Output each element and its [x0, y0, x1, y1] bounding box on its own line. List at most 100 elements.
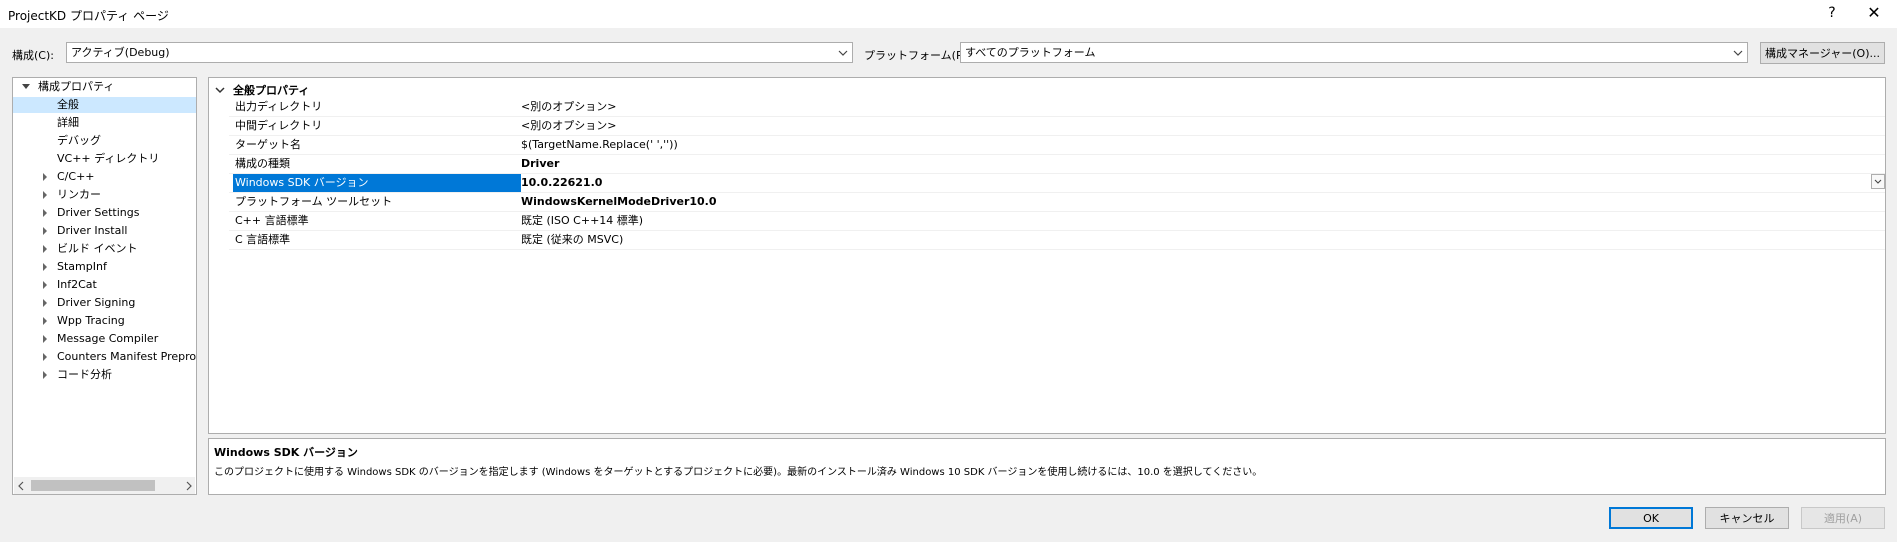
property-grid[interactable]: 全般プロパティ 出力ディレクトリ <別のオプション> 中間ディレクトリ <別のオプショ…	[208, 77, 1886, 434]
expand-arrow-icon[interactable]	[43, 281, 47, 289]
scroll-right-icon[interactable]	[185, 480, 193, 494]
property-value[interactable]: 10.0.22621.0	[521, 174, 602, 192]
property-row[interactable]: 中間ディレクトリ <別のオプション>	[229, 117, 1885, 136]
property-name: 中間ディレクトリ	[235, 119, 323, 132]
tree-item[interactable]: 詳細	[13, 115, 196, 131]
tree-item-label: Driver Signing	[57, 296, 136, 309]
tree-item[interactable]: Driver Settings	[13, 205, 196, 221]
expand-arrow-icon[interactable]	[43, 173, 47, 181]
expand-arrow-icon[interactable]	[43, 353, 47, 361]
tree-item-label: Inf2Cat	[57, 278, 97, 291]
expand-arrow-icon[interactable]	[43, 299, 47, 307]
config-value: アクティブ(Debug)	[71, 46, 170, 59]
tree-item-label: Message Compiler	[57, 332, 159, 345]
tree-item[interactable]: Wpp Tracing	[13, 313, 196, 329]
apply-button[interactable]: 適用(A)	[1801, 507, 1885, 529]
collapse-chevron-icon[interactable]	[215, 83, 225, 97]
property-value[interactable]: WindowsKernelModeDriver10.0	[521, 193, 717, 211]
property-row[interactable]: ターゲット名 $(TargetName.Replace(' ',''))	[229, 136, 1885, 155]
scroll-left-icon[interactable]	[17, 480, 25, 494]
scrollbar-thumb[interactable]	[31, 480, 155, 491]
tree-item[interactable]: VC++ ディレクトリ	[13, 151, 196, 167]
tree-item-label: リンカー	[57, 188, 101, 201]
tree-item[interactable]: ビルド イベント	[13, 241, 196, 257]
help-icon[interactable]: ?	[1824, 5, 1840, 21]
tree-item[interactable]: C/C++	[13, 169, 196, 185]
platform-label: プラットフォーム(P):	[864, 49, 971, 62]
tree-item-label: Wpp Tracing	[57, 314, 125, 327]
description-text: このプロジェクトに使用する Windows SDK のバージョンを指定します (…	[214, 467, 1263, 478]
close-icon[interactable]: ✕	[1866, 3, 1882, 22]
ok-button[interactable]: OK	[1609, 507, 1693, 529]
property-value[interactable]: Driver	[521, 155, 559, 173]
property-name: Windows SDK バージョン	[233, 174, 521, 192]
description-title: Windows SDK バージョン	[214, 446, 358, 459]
description-pane: Windows SDK バージョン このプロジェクトに使用する Windows …	[208, 438, 1886, 495]
property-row[interactable]: 構成の種類 Driver	[229, 155, 1885, 174]
expand-arrow-icon[interactable]	[43, 191, 47, 199]
expand-arrow-icon[interactable]	[43, 245, 47, 253]
horizontal-scrollbar[interactable]	[14, 477, 195, 494]
tree-item-label: Driver Settings	[57, 206, 140, 219]
tree-item[interactable]: リンカー	[13, 187, 196, 203]
tree-item-label: C/C++	[57, 170, 95, 183]
tree-root-label: 構成プロパティ	[38, 80, 115, 93]
tree-item[interactable]: Inf2Cat	[13, 277, 196, 293]
property-row[interactable]: 出力ディレクトリ <別のオプション>	[229, 98, 1885, 117]
tree-item-label: Counters Manifest Preproc	[57, 350, 197, 363]
tree-item-label: デバッグ	[57, 134, 101, 147]
value-dropdown-button[interactable]	[1871, 174, 1885, 189]
tree-item-label: StampInf	[57, 260, 107, 273]
expand-arrow-icon[interactable]	[43, 335, 47, 343]
expand-arrow-icon[interactable]	[43, 227, 47, 235]
tree-item[interactable]: デバッグ	[13, 133, 196, 149]
expand-arrow-icon[interactable]	[43, 317, 47, 325]
platform-value: すべてのプラットフォーム	[965, 46, 1096, 59]
property-value[interactable]: 既定 (従来の MSVC)	[521, 231, 623, 249]
cancel-button[interactable]: キャンセル	[1705, 507, 1789, 529]
tree-item-label: 全般	[57, 98, 79, 111]
chevron-down-icon	[1874, 179, 1882, 184]
tree-item[interactable]: コード分析	[13, 367, 196, 383]
property-name: C++ 言語標準	[235, 214, 309, 227]
tree-item-label: 詳細	[57, 116, 79, 129]
platform-dropdown[interactable]: すべてのプラットフォーム	[960, 42, 1748, 63]
tree-item[interactable]: Message Compiler	[13, 331, 196, 347]
tree-root[interactable]: 構成プロパティ	[13, 79, 196, 95]
category-title: 全般プロパティ	[233, 84, 310, 97]
property-name: 構成の種類	[235, 157, 290, 170]
expand-arrow-icon[interactable]	[43, 209, 47, 217]
config-dropdown[interactable]: アクティブ(Debug)	[66, 42, 853, 63]
tree-item-label: VC++ ディレクトリ	[57, 152, 160, 165]
config-label: 構成(C):	[12, 49, 54, 62]
tree-item[interactable]: StampInf	[13, 259, 196, 275]
tree-item[interactable]: Counters Manifest Preproc	[13, 349, 196, 365]
property-value[interactable]: 既定 (ISO C++14 標準)	[521, 212, 643, 230]
property-name: ターゲット名	[235, 138, 301, 151]
chevron-down-icon	[1732, 43, 1744, 62]
tree-item-label: ビルド イベント	[57, 242, 138, 255]
property-name: 出力ディレクトリ	[235, 100, 323, 113]
property-value[interactable]: <別のオプション>	[521, 117, 616, 135]
tree-item[interactable]: Driver Install	[13, 223, 196, 239]
configuration-manager-button[interactable]: 構成マネージャー(O)...	[1760, 42, 1885, 64]
category-row[interactable]: 全般プロパティ	[209, 80, 1885, 98]
tree-item[interactable]: Driver Signing	[13, 295, 196, 311]
property-row[interactable]: C 言語標準 既定 (従来の MSVC)	[229, 231, 1885, 250]
tree-item-label: コード分析	[57, 368, 112, 381]
tree-item[interactable]: 全般	[13, 97, 196, 113]
expanded-arrow-icon	[22, 84, 30, 89]
expand-arrow-icon[interactable]	[43, 371, 47, 379]
property-name: プラットフォーム ツールセット	[235, 195, 393, 208]
property-row[interactable]: Windows SDK バージョン 10.0.22621.0	[229, 174, 1885, 193]
window-title: ProjectKD プロパティ ページ	[8, 9, 169, 23]
property-row[interactable]: プラットフォーム ツールセット WindowsKernelModeDriver10…	[229, 193, 1885, 212]
title-bar: ProjectKD プロパティ ページ ? ✕	[0, 0, 1897, 28]
property-value[interactable]: $(TargetName.Replace(' ',''))	[521, 136, 678, 154]
property-tree[interactable]: 構成プロパティ 全般詳細デバッグ VC++ ディレクトリ C/C++ リンカー Driv…	[12, 77, 197, 495]
property-row[interactable]: C++ 言語標準 既定 (ISO C++14 標準)	[229, 212, 1885, 231]
property-name: C 言語標準	[235, 233, 291, 246]
expand-arrow-icon[interactable]	[43, 263, 47, 271]
tree-item-label: Driver Install	[57, 224, 128, 237]
property-value[interactable]: <別のオプション>	[521, 98, 616, 116]
